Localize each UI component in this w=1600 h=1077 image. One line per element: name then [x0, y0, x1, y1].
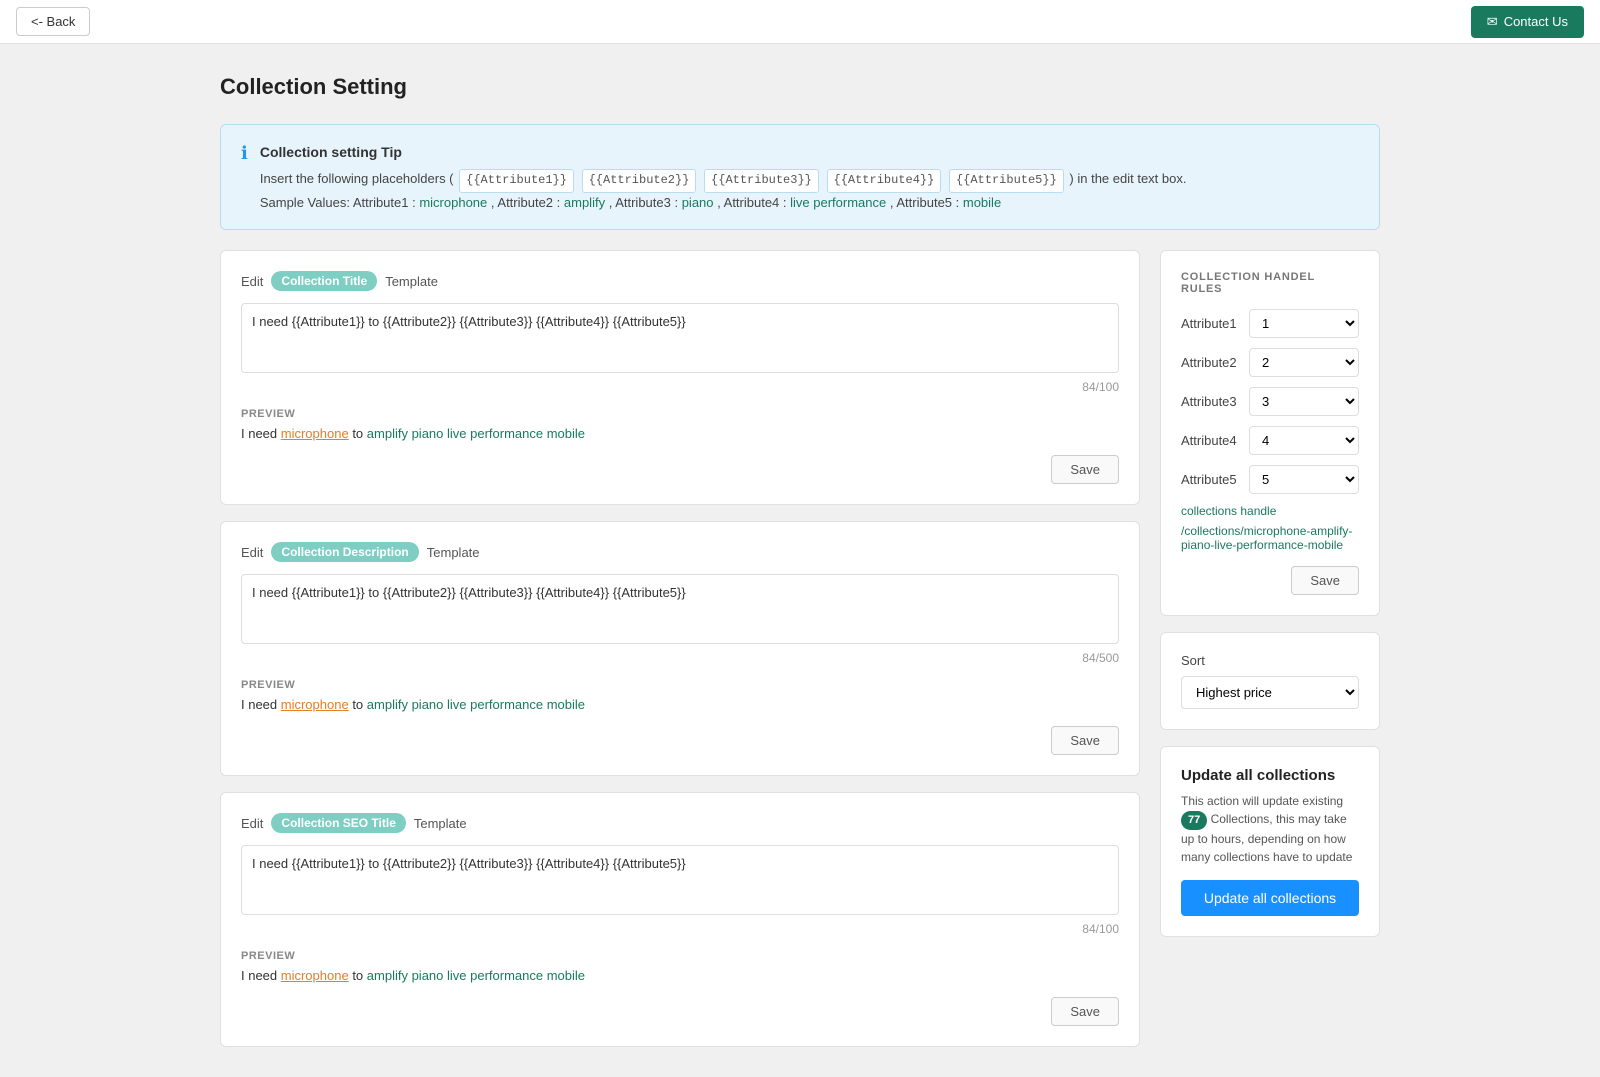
badge-collection-title: Collection Title — [271, 271, 377, 291]
attr-select-2[interactable]: 12345 — [1249, 348, 1359, 377]
attr-row-2: Attribute2 12345 — [1181, 348, 1359, 377]
collection-title-char-count: 84/100 — [241, 380, 1119, 394]
save-button-title[interactable]: Save — [1051, 455, 1119, 484]
preview-label-desc: PREVIEW — [241, 679, 1119, 691]
handle-rules-card: COLLECTION HANDEL RULES Attribute1 12345… — [1160, 250, 1380, 616]
sort-select[interactable]: Highest price Lowest price Best selling … — [1181, 676, 1359, 709]
collection-seo-title-card: Edit Collection SEO Title Template I nee… — [220, 792, 1140, 1047]
attr-row-3: Attribute3 12345 — [1181, 387, 1359, 416]
back-button[interactable]: <- Back — [16, 7, 90, 36]
update-all-title: Update all collections — [1181, 767, 1359, 784]
save-button-rules[interactable]: Save — [1291, 566, 1359, 595]
tip-content: Collection setting Tip Insert the follow… — [260, 141, 1187, 213]
tip-line1: Insert the following placeholders ( {{At… — [260, 169, 1187, 192]
preview-text-desc: I need microphone to amplify piano live … — [241, 697, 1119, 712]
contact-button[interactable]: ✉ Contact Us — [1471, 6, 1584, 38]
edit-label-desc: Edit — [241, 545, 263, 560]
collection-title-textarea[interactable]: I need {{Attribute1}} to {{Attribute2}} … — [241, 303, 1119, 373]
collection-desc-char-count: 84/500 — [241, 651, 1119, 665]
update-all-desc: This action will update existing 77 Coll… — [1181, 792, 1359, 866]
collection-seo-char-count: 84/100 — [241, 922, 1119, 936]
handle-path: /collections/microphone-amplify-piano-li… — [1181, 524, 1359, 552]
mail-icon: ✉ — [1487, 14, 1498, 30]
collection-seo-title-textarea[interactable]: I need {{Attribute1}} to {{Attribute2}} … — [241, 845, 1119, 915]
attr-label-2: Attribute2 — [1181, 355, 1237, 370]
collection-count-badge: 77 — [1181, 811, 1207, 830]
badge-collection-desc: Collection Description — [271, 542, 418, 562]
section-header-title: Edit Collection Title Template — [241, 271, 1119, 291]
attr-label-4: Attribute4 — [1181, 433, 1237, 448]
tip-title: Collection setting Tip — [260, 141, 1187, 163]
attr-select-3[interactable]: 12345 — [1249, 387, 1359, 416]
sort-label: Sort — [1181, 653, 1359, 668]
section-header-desc: Edit Collection Description Template — [241, 542, 1119, 562]
top-bar: <- Back ✉ Contact Us — [0, 0, 1600, 44]
edit-label-seo: Edit — [241, 816, 263, 831]
edit-label-title: Edit — [241, 274, 263, 289]
attr-row-4: Attribute4 12345 — [1181, 426, 1359, 455]
collections-handle-link[interactable]: collections handle — [1181, 504, 1359, 518]
preview-label-title: PREVIEW — [241, 408, 1119, 420]
attr-row-5: Attribute5 12345 — [1181, 465, 1359, 494]
section-header-seo: Edit Collection SEO Title Template — [241, 813, 1119, 833]
save-button-seo[interactable]: Save — [1051, 997, 1119, 1026]
right-col: COLLECTION HANDEL RULES Attribute1 12345… — [1160, 250, 1380, 937]
left-col: Edit Collection Title Template I need {{… — [220, 250, 1140, 1047]
template-label-seo: Template — [414, 816, 467, 831]
attr-label-3: Attribute3 — [1181, 394, 1237, 409]
save-btn-wrap-seo: Save — [241, 997, 1119, 1026]
handle-rules-title: COLLECTION HANDEL RULES — [1181, 271, 1359, 295]
page-content: Collection Setting ℹ Collection setting … — [200, 44, 1400, 1077]
save-btn-wrap-desc: Save — [241, 726, 1119, 755]
preview-label-seo: PREVIEW — [241, 950, 1119, 962]
attr-label-5: Attribute5 — [1181, 472, 1237, 487]
attr-row-1: Attribute1 12345 — [1181, 309, 1359, 338]
collection-description-card: Edit Collection Description Template I n… — [220, 521, 1140, 776]
badge-collection-seo: Collection SEO Title — [271, 813, 405, 833]
main-layout: Edit Collection Title Template I need {{… — [220, 250, 1380, 1047]
save-btn-wrap-title: Save — [241, 455, 1119, 484]
save-button-desc[interactable]: Save — [1051, 726, 1119, 755]
attr-select-1[interactable]: 12345 — [1249, 309, 1359, 338]
save-btn-wrap-rules: Save — [1181, 566, 1359, 595]
template-label-title: Template — [385, 274, 438, 289]
info-icon: ℹ — [241, 143, 248, 164]
preview-text-title: I need microphone to amplify piano live … — [241, 426, 1119, 441]
collection-description-textarea[interactable]: I need {{Attribute1}} to {{Attribute2}} … — [241, 574, 1119, 644]
update-all-card: Update all collections This action will … — [1160, 746, 1380, 937]
page-title: Collection Setting — [220, 74, 1380, 100]
sort-card: Sort Highest price Lowest price Best sel… — [1160, 632, 1380, 730]
template-label-desc: Template — [427, 545, 480, 560]
update-all-button[interactable]: Update all collections — [1181, 880, 1359, 916]
tip-samples: Sample Values: Attribute1 : microphone ,… — [260, 193, 1187, 214]
collection-title-card: Edit Collection Title Template I need {{… — [220, 250, 1140, 505]
attr-label-1: Attribute1 — [1181, 316, 1237, 331]
attr-select-5[interactable]: 12345 — [1249, 465, 1359, 494]
preview-text-seo: I need microphone to amplify piano live … — [241, 968, 1119, 983]
contact-label: Contact Us — [1504, 14, 1568, 29]
attr-select-4[interactable]: 12345 — [1249, 426, 1359, 455]
tip-box: ℹ Collection setting Tip Insert the foll… — [220, 124, 1380, 230]
